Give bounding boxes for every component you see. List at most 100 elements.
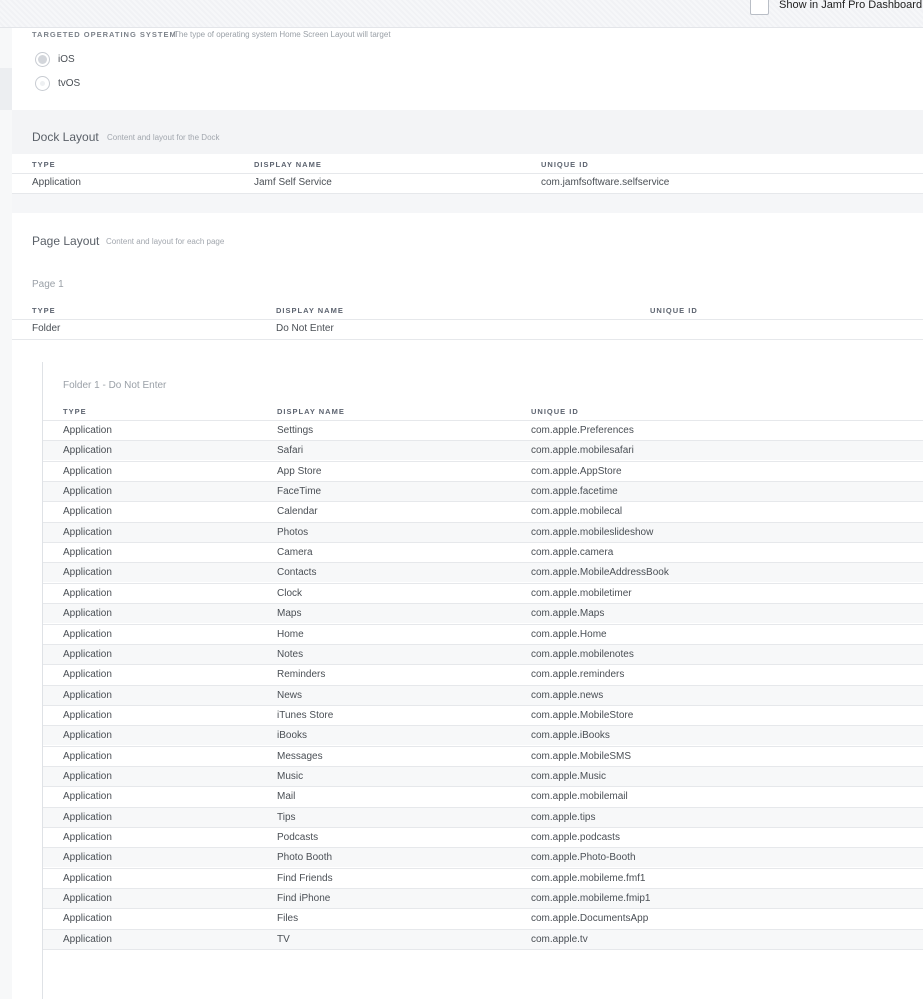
app-unique-id: com.apple.mobilemail xyxy=(531,791,628,803)
table-row: Application TV com.apple.tv xyxy=(43,928,923,949)
tvos-radio[interactable] xyxy=(35,76,50,91)
app-display-name: App Store xyxy=(277,465,322,477)
dock-col-display-name: DISPLAY NAME xyxy=(254,160,322,169)
app-display-name: News xyxy=(277,689,303,701)
app-unique-id: com.apple.podcasts xyxy=(531,832,620,843)
table-row: Application Maps com.apple.Maps xyxy=(43,603,923,624)
targeted-os-description: The type of operating system Home Screen… xyxy=(174,30,391,39)
table-row: Application Reminders com.apple.reminders xyxy=(43,664,923,684)
app-type: Application xyxy=(63,547,112,559)
table-row: Application Podcasts com.apple.podcasts xyxy=(43,827,923,847)
table-row: Application App Store com.apple.AppStore xyxy=(43,460,923,481)
app-type: Application xyxy=(63,608,112,620)
page-col-unique-id: UNIQUE ID xyxy=(650,306,698,315)
top-bar: Show in Jamf Pro Dashboard xyxy=(0,0,923,28)
page-col-type: TYPE xyxy=(32,306,56,315)
table-row: Application Files com.apple.DocumentsApp xyxy=(43,908,923,928)
dock-col-type: TYPE xyxy=(32,160,56,169)
app-unique-id: com.apple.MobileAddressBook xyxy=(531,567,669,579)
dock-col-unique-id: UNIQUE ID xyxy=(541,160,589,169)
app-type: Application xyxy=(63,669,112,681)
app-unique-id: com.apple.Preferences xyxy=(531,425,634,436)
dock-row-display-name: Jamf Self Service xyxy=(254,177,332,188)
folder-title: Folder 1 - Do Not Enter xyxy=(63,380,167,391)
folder-col-type: TYPE xyxy=(63,407,87,416)
app-type: Application xyxy=(63,770,112,782)
table-row: Application Messages com.apple.MobileSMS xyxy=(43,745,923,766)
app-display-name: Settings xyxy=(277,425,314,436)
app-type: Application xyxy=(63,852,112,864)
app-unique-id: com.apple.mobileme.fmf1 xyxy=(531,872,646,884)
tvos-radio-label[interactable]: tvOS xyxy=(58,78,80,89)
dock-row-unique-id: com.jamfsoftware.selfservice xyxy=(541,177,670,188)
app-type: Application xyxy=(63,893,112,905)
table-row: Application Clock com.apple.mobiletimer xyxy=(43,582,923,603)
left-strip xyxy=(0,28,12,999)
app-display-name: Podcasts xyxy=(277,832,319,843)
ios-radio-label[interactable]: iOS xyxy=(58,54,75,65)
app-unique-id: com.apple.tv xyxy=(531,933,588,945)
app-type: Application xyxy=(63,730,112,742)
dock-row-type: Application xyxy=(32,177,81,188)
app-display-name: Camera xyxy=(277,547,313,559)
app-display-name: Find Friends xyxy=(277,872,333,884)
table-row: Application Photo Booth com.apple.Photo-Bo… xyxy=(43,847,923,868)
app-display-name: Find iPhone xyxy=(277,893,331,905)
table-row: Application Mail com.apple.mobilemail xyxy=(43,786,923,806)
app-type: Application xyxy=(63,526,112,538)
left-strip-tab xyxy=(0,68,12,110)
app-type: Application xyxy=(63,628,112,640)
table-row: Application iBooks com.apple.iBooks xyxy=(43,725,923,746)
divider xyxy=(12,319,923,320)
table-row: Application Notes com.apple.mobilenotes xyxy=(43,643,923,664)
folder-col-unique-id: UNIQUE ID xyxy=(531,407,579,416)
table-row: Application News com.apple.news xyxy=(43,684,923,705)
table-row: Application Find Friends com.apple.mobilem… xyxy=(43,867,923,888)
show-in-dashboard-checkbox[interactable] xyxy=(750,0,769,15)
app-type: Application xyxy=(63,933,112,945)
page-col-display-name: DISPLAY NAME xyxy=(276,306,344,315)
app-type: Application xyxy=(63,872,112,884)
app-display-name: Music xyxy=(277,770,304,782)
app-unique-id: com.apple.Home xyxy=(531,628,607,640)
app-unique-id: com.apple.facetime xyxy=(531,486,618,498)
table-row: Application iTunes Store com.apple.MobileS… xyxy=(43,704,923,725)
app-unique-id: com.apple.AppStore xyxy=(531,465,622,477)
app-unique-id: com.apple.mobilenotes xyxy=(531,648,634,660)
divider xyxy=(12,173,923,174)
page-layout-panel: Page Layout Content and layout for each … xyxy=(12,213,923,999)
app-display-name: Mail xyxy=(277,791,296,803)
app-unique-id: com.apple.mobiletimer xyxy=(531,587,632,599)
app-unique-id: com.apple.MobileStore xyxy=(531,709,634,721)
app-display-name: TV xyxy=(277,933,290,945)
app-type: Application xyxy=(63,811,112,823)
targeted-os-label: TARGETED OPERATING SYSTEM xyxy=(32,30,177,39)
folder-col-display-name: DISPLAY NAME xyxy=(277,407,345,416)
app-display-name: Calendar xyxy=(277,506,318,518)
app-type: Application xyxy=(63,445,112,457)
app-display-name: Clock xyxy=(277,587,303,599)
show-in-dashboard-label: Show in Jamf Pro Dashboard xyxy=(779,0,923,11)
app-display-name: Messages xyxy=(277,750,323,762)
ios-radio[interactable] xyxy=(35,52,50,67)
app-unique-id: com.apple.mobileme.fmip1 xyxy=(531,893,651,905)
app-type: Application xyxy=(63,689,112,701)
app-unique-id: com.apple.mobileslideshow xyxy=(531,526,654,538)
page-layout-description: Content and layout for each page xyxy=(106,237,225,246)
app-display-name: FaceTime xyxy=(277,486,322,498)
app-type: Application xyxy=(63,832,112,843)
table-row: Application Find iPhone com.apple.mobileme… xyxy=(43,888,923,909)
app-type: Application xyxy=(63,425,112,436)
table-row: Application Safari com.apple.mobilesafari xyxy=(43,440,923,461)
page-row-type: Folder xyxy=(32,323,61,334)
app-display-name: Notes xyxy=(277,648,304,660)
table-row: Application Settings com.apple.Preferences xyxy=(43,420,923,440)
divider xyxy=(12,193,923,194)
app-unique-id: com.apple.reminders xyxy=(531,669,625,681)
app-display-name: Files xyxy=(277,913,299,925)
table-row: Application Camera com.apple.camera xyxy=(43,542,923,562)
app-display-name: Safari xyxy=(277,445,304,457)
app-display-name: iTunes Store xyxy=(277,709,334,721)
app-type: Application xyxy=(63,648,112,660)
app-display-name: Tips xyxy=(277,811,296,823)
